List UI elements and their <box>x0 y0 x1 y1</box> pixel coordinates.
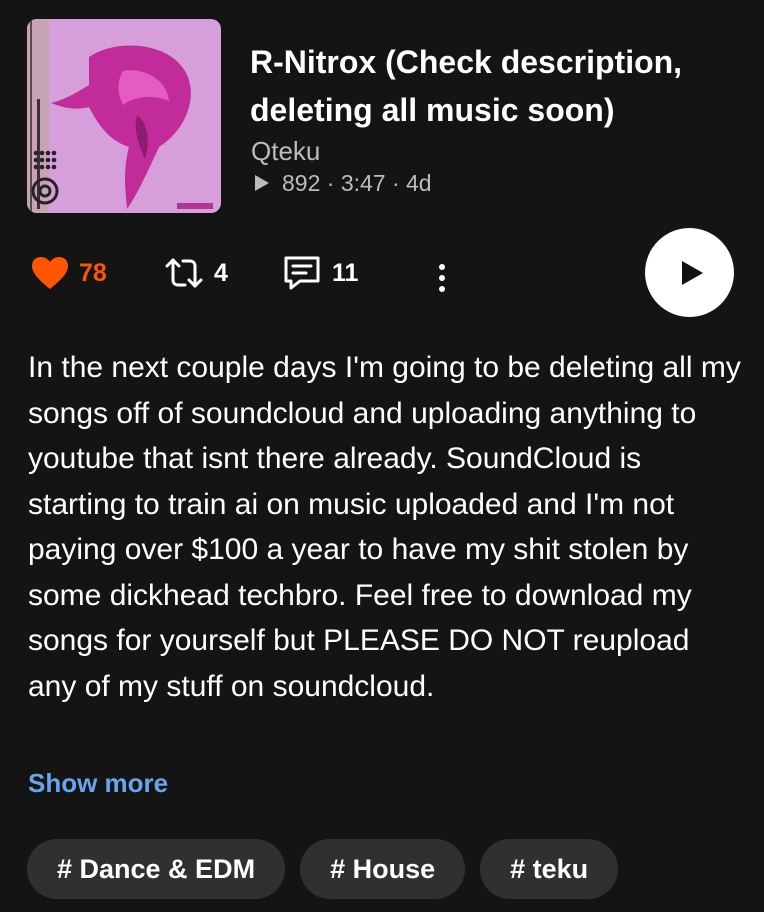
track-stats-text: 892 · 3:47 · 4d <box>282 170 432 196</box>
repost-button[interactable]: 4 <box>164 255 228 291</box>
play-button[interactable] <box>645 228 734 317</box>
artist-name[interactable]: Qteku <box>251 134 320 168</box>
repost-count: 4 <box>214 258 228 287</box>
like-count: 78 <box>79 258 107 287</box>
tag-list: # Dance & EDM # House # teku <box>27 839 619 899</box>
comment-count: 11 <box>332 258 359 287</box>
track-artwork[interactable] <box>27 19 221 213</box>
tag-house[interactable]: # House <box>300 839 466 899</box>
track-title[interactable]: R-Nitrox (Check description, deleting al… <box>250 38 750 134</box>
more-options-button[interactable] <box>432 260 462 296</box>
play-count-icon <box>255 175 269 191</box>
tag-dance-edm[interactable]: # Dance & EDM <box>27 839 286 899</box>
heart-icon <box>32 257 68 289</box>
play-icon <box>682 260 703 285</box>
track-stats: 892 · 3:47 · 4d <box>255 167 432 199</box>
repost-icon <box>165 258 203 288</box>
like-button[interactable]: 78 <box>31 255 107 291</box>
more-options-icon <box>439 264 445 292</box>
track-description: In the next couple days I'm going to be … <box>28 351 741 703</box>
show-more-link[interactable]: Show more <box>28 765 168 801</box>
comments-button[interactable]: 11 <box>282 255 358 291</box>
comment-icon <box>284 256 320 290</box>
tag-teku[interactable]: # teku <box>480 839 619 899</box>
